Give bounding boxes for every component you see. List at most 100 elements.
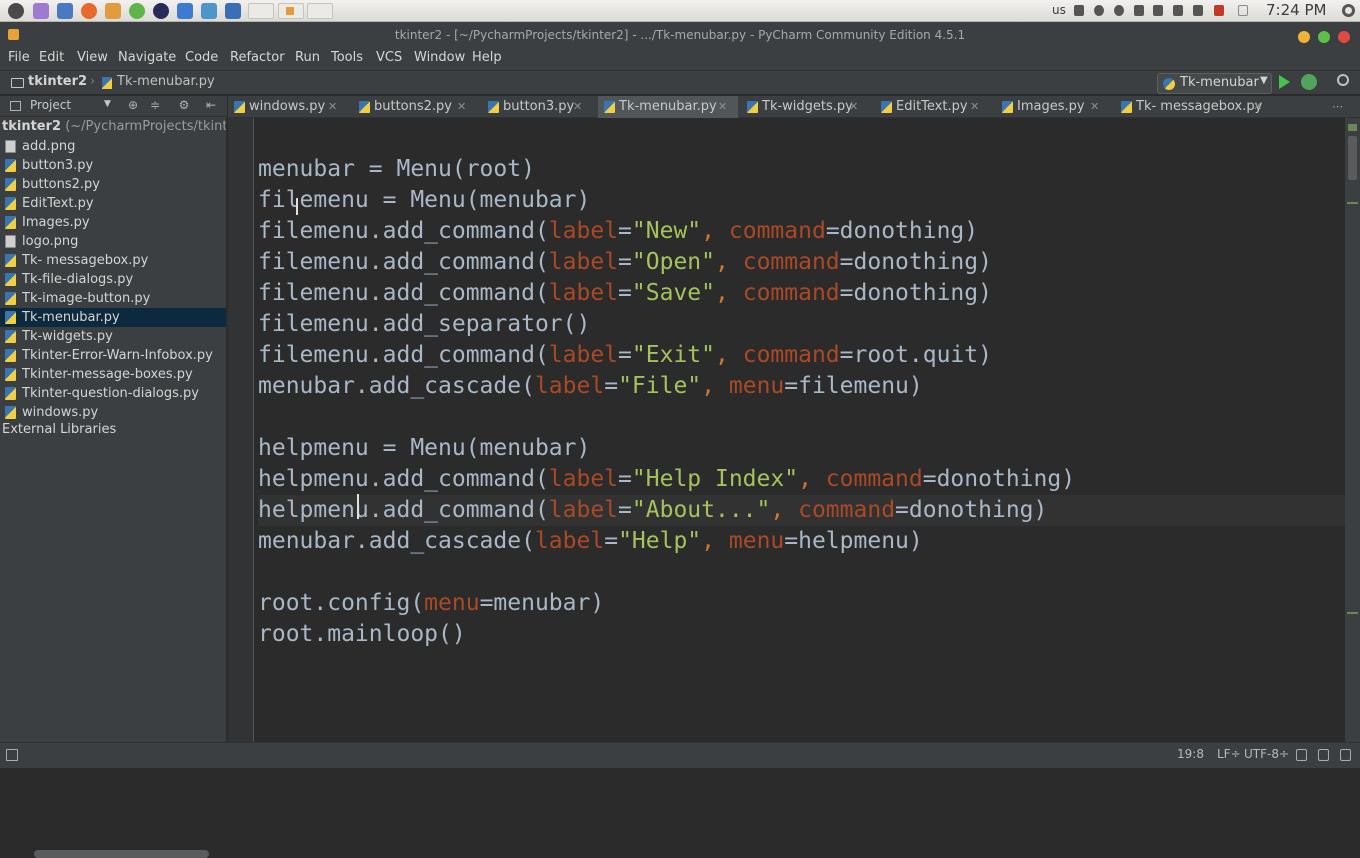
lock-icon[interactable] [1193, 5, 1203, 16]
menu-window[interactable]: Window [414, 48, 465, 68]
code-line[interactable]: filemenu = Menu(menubar) [258, 185, 1075, 216]
run-configuration-select[interactable]: Tk-menubar ▼ [1157, 73, 1272, 94]
inspector-icon[interactable] [1318, 749, 1329, 761]
editor-tab[interactable]: buttons2.py ✕ [353, 96, 477, 118]
search-icon[interactable] [1337, 74, 1349, 86]
close-button[interactable] [1338, 31, 1350, 43]
code-line[interactable]: filemenu.add_command(label="New", comman… [258, 216, 1075, 247]
pause-icon[interactable] [1114, 5, 1124, 16]
taskbar-window-button[interactable] [307, 3, 333, 19]
close-tab-icon[interactable]: ✕ [1253, 96, 1262, 117]
editor-tab[interactable]: Tk- messagebox.py ✕ [1115, 96, 1275, 118]
horizontal-scrollbar[interactable] [34, 850, 209, 858]
app-icon[interactable] [201, 3, 217, 19]
app-icon[interactable] [105, 3, 121, 19]
taskbar-window-button[interactable] [248, 3, 274, 19]
wifi-icon[interactable] [1173, 5, 1183, 16]
app-icon[interactable] [153, 3, 169, 19]
code-line[interactable]: menubar.add_cascade(label="File", menu=f… [258, 371, 1075, 402]
maximize-button[interactable] [1318, 31, 1330, 43]
editor-tab[interactable]: Tk-widgets.py ✕ [741, 96, 869, 118]
network-icon[interactable] [1153, 5, 1163, 16]
tree-root[interactable]: tkinter2 (~/PycharmProjects/tkinter2) [2, 119, 226, 134]
taskbar-window-button[interactable] [278, 3, 304, 19]
keyboard-layout-indicator[interactable]: us [1052, 3, 1066, 17]
menu-edit[interactable]: Edit [39, 48, 64, 68]
menu-code[interactable]: Code [185, 48, 218, 68]
app-icon[interactable] [177, 3, 193, 19]
tree-file-item[interactable]: button3.py [0, 156, 226, 175]
code-line[interactable]: root.mainloop() [258, 619, 1075, 650]
code-line[interactable] [258, 557, 1075, 588]
code-line[interactable]: helpmenu.add_command(label="About...", c… [258, 495, 1345, 526]
tree-file-item[interactable]: Tk-file-dialogs.py [0, 270, 226, 289]
system-icon[interactable] [8, 3, 24, 19]
close-tab-icon[interactable]: ✕ [849, 96, 858, 117]
code-line[interactable]: helpmenu = Menu(menubar) [258, 433, 1075, 464]
tree-file-item[interactable]: logo.png [0, 232, 226, 251]
editor-tab[interactable]: button3.py ✕ [482, 96, 593, 118]
collapse-all-icon[interactable]: ≑ [149, 99, 161, 111]
menu-vcs[interactable]: VCS [376, 48, 402, 68]
cpu-icon[interactable] [1134, 5, 1144, 16]
lock-icon[interactable] [1296, 749, 1307, 761]
code-text[interactable]: menubar = Menu(root) filemenu = Menu(menu… [258, 154, 1345, 650]
close-tab-icon[interactable]: ✕ [718, 96, 727, 117]
tree-file-item[interactable]: Tk-menubar.py [0, 308, 226, 327]
tree-external-libraries[interactable]: External Libraries [2, 422, 116, 437]
vertical-scrollbar[interactable] [1345, 118, 1360, 742]
editor-tab[interactable]: Tk-menubar.py ✕ [598, 96, 738, 118]
alert-icon[interactable] [1214, 5, 1224, 16]
warning-marker[interactable] [1347, 612, 1358, 614]
tree-file-item[interactable]: EditText.py [0, 194, 226, 213]
code-line[interactable]: helpmenu.add_command(label="Help Index",… [258, 464, 1075, 495]
code-editor[interactable]: menubar = Menu(root) filemenu = Menu(menu… [255, 118, 1345, 742]
settings-gear-icon[interactable] [1342, 4, 1355, 17]
run-button[interactable] [1279, 75, 1290, 89]
tree-file-item[interactable]: Tkinter-message-boxes.py [0, 365, 226, 384]
close-tab-icon[interactable]: ✕ [328, 96, 337, 117]
breadcrumb-project[interactable]: tkinter2 [28, 74, 87, 89]
menu-refactor[interactable]: Refactor [230, 48, 285, 68]
close-tab-icon[interactable]: ✕ [573, 96, 582, 117]
tree-file-item[interactable]: Tkinter-Error-Warn-Infobox.py [0, 346, 226, 365]
tree-file-item[interactable]: windows.py [0, 403, 226, 422]
scrollbar-thumb[interactable] [1348, 136, 1357, 180]
inspection-status-icon[interactable] [1348, 124, 1357, 131]
media-icon[interactable] [1094, 5, 1104, 16]
chrome-icon[interactable] [129, 3, 145, 19]
menu-help[interactable]: Help [472, 48, 502, 68]
line-ending[interactable]: LF÷ [1217, 747, 1241, 761]
chevron-down-icon[interactable]: ▼ [104, 99, 111, 109]
app-icon[interactable] [57, 3, 73, 19]
close-tab-icon[interactable]: ✕ [1090, 96, 1099, 117]
tree-file-item[interactable]: Tk-widgets.py [0, 327, 226, 346]
code-line[interactable]: root.config(menu=menubar) [258, 588, 1075, 619]
menu-navigate[interactable]: Navigate [118, 48, 176, 68]
editor-tab[interactable]: EditText.py ✕ [875, 96, 990, 118]
warning-marker[interactable] [1347, 202, 1358, 204]
tree-file-item[interactable]: buttons2.py [0, 175, 226, 194]
mail-icon[interactable] [1238, 5, 1248, 16]
scroll-from-source-icon[interactable]: ⊕ [127, 99, 139, 111]
close-tab-icon[interactable]: ✕ [970, 96, 979, 117]
file-encoding[interactable]: UTF-8÷ [1244, 747, 1289, 761]
tool-windows-icon[interactable] [6, 749, 18, 761]
close-tab-icon[interactable]: ✕ [457, 96, 466, 117]
tree-file-item[interactable]: Tkinter-question-dialogs.py [0, 384, 226, 403]
code-line[interactable]: menubar = Menu(root) [258, 154, 1075, 185]
ubuntu-icon[interactable] [33, 3, 49, 19]
event-log-icon[interactable] [1340, 749, 1351, 761]
code-line[interactable]: filemenu.add_command(label="Exit", comma… [258, 340, 1075, 371]
code-line[interactable]: menubar.add_cascade(label="Help", menu=h… [258, 526, 1075, 557]
settings-gear-icon[interactable]: ⚙ [178, 99, 190, 111]
tree-file-item[interactable]: Tk- messagebox.py [0, 251, 226, 270]
tabs-overflow-icon[interactable]: ⋯ [1332, 100, 1343, 113]
project-view-label[interactable]: Project [30, 98, 71, 112]
code-line[interactable] [258, 402, 1075, 433]
hide-panel-icon[interactable]: ⇤ [205, 99, 217, 111]
tree-file-item[interactable]: Images.py [0, 213, 226, 232]
editor-tab[interactable]: windows.py ✕ [228, 96, 348, 118]
firefox-icon[interactable] [81, 3, 97, 19]
app-icon[interactable] [225, 3, 241, 19]
